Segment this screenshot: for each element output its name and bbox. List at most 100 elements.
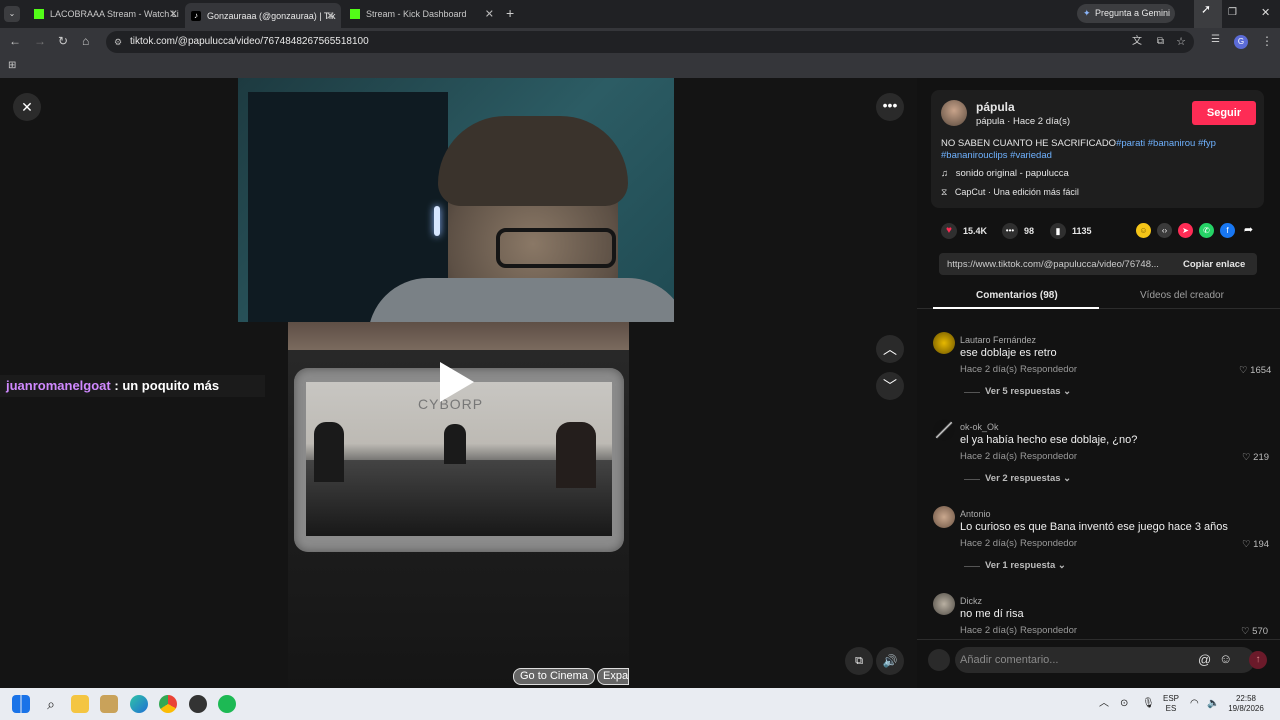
follow-button[interactable]: Seguir (1192, 101, 1256, 125)
back-icon[interactable]: ← (9, 34, 21, 48)
view-replies-label: Ver 5 respuestas (985, 386, 1061, 397)
view-replies-button[interactable]: Ver 5 respuestas ⌄ (985, 386, 1071, 397)
like-button[interactable]: ♥ (941, 223, 957, 239)
close-icon[interactable]: ✕ (485, 8, 494, 21)
profile-initial: G (1237, 37, 1245, 46)
capcut-row[interactable]: ⧖ CapCut · Una edición más fácil (941, 187, 1079, 198)
gemini-button[interactable]: ✦ Pregunta a Gemini (1077, 4, 1175, 23)
comment-input[interactable]: Añadir comentario... @ ☺ (955, 647, 1255, 673)
media-app-icon[interactable] (100, 695, 118, 713)
mention-icon[interactable]: @ (1198, 652, 1211, 667)
search-icon[interactable]: ⌕ (42, 695, 60, 713)
comment-user[interactable]: Lautaro Fernández (960, 335, 1036, 345)
hashtags-line2[interactable]: #bananirouclips #variedad (941, 150, 1052, 161)
spotify-icon[interactable] (218, 695, 236, 713)
embed-icon[interactable]: ‹› (1157, 223, 1172, 238)
comment-like[interactable]: ♡ 194 (1242, 539, 1269, 550)
play-button[interactable] (440, 362, 474, 402)
chrome-icon[interactable] (159, 695, 177, 713)
person-left (314, 422, 344, 482)
reload-icon[interactable]: ↻ (58, 34, 68, 48)
comment-user[interactable]: ok-ok_Ok (960, 422, 999, 432)
site-info-icon[interactable]: ⚙ (114, 31, 122, 53)
go-to-cinema-button[interactable]: Go to Cinema (513, 668, 595, 685)
previous-video-button[interactable]: ︿ (876, 335, 904, 363)
commenter-avatar[interactable] (933, 332, 955, 354)
windows-start-icon[interactable] (12, 695, 30, 713)
clock[interactable]: 22:58 19/8/2026 (1226, 694, 1266, 714)
volume-button[interactable]: 🔊 (876, 647, 904, 675)
tab-comments[interactable]: Comentarios (98) (976, 290, 1058, 301)
reply-button[interactable]: Respondedor (1020, 451, 1077, 462)
wifi-icon[interactable]: ◠ (1190, 699, 1199, 709)
whatsapp-icon[interactable]: ✆ (1199, 223, 1214, 238)
current-user-avatar[interactable] (928, 649, 950, 671)
profile-avatar[interactable]: G (1234, 35, 1248, 49)
tab-search-icon[interactable]: ⌄ (4, 6, 20, 22)
edge-icon[interactable] (130, 695, 148, 713)
commenter-avatar[interactable] (933, 419, 955, 441)
forward-icon[interactable]: → (34, 34, 46, 48)
next-video-button[interactable]: ﹀ (876, 372, 904, 400)
chevron-down-icon: ⌄ (1063, 386, 1072, 397)
author-name[interactable]: pápula (976, 100, 1015, 114)
bookmark-icon[interactable]: ▮ (1050, 223, 1066, 239)
comment-like[interactable]: ♡ 1654 (1239, 365, 1271, 376)
network-tray-icon[interactable]: ⊙ (1120, 699, 1128, 709)
tab-kick-dashboard[interactable]: Stream - Kick Dashboard ✕ (344, 4, 500, 24)
view-replies-button[interactable]: Ver 2 respuestas ⌄ (985, 473, 1071, 484)
share-arrow-icon[interactable]: ➦ (1241, 223, 1256, 238)
install-icon[interactable]: ⧉ (1157, 31, 1164, 53)
comment-icon[interactable]: ••• (1002, 223, 1018, 239)
close-icon[interactable]: ✕ (169, 8, 178, 21)
volume-tray-icon[interactable]: 🔈 (1207, 699, 1219, 709)
send-icon[interactable]: ➤ (1178, 223, 1193, 238)
comment-like[interactable]: ♡ 219 (1242, 452, 1269, 463)
bookmark-star-icon[interactable]: ☆ (1176, 31, 1186, 53)
tray-overflow-icon[interactable]: ︿ (1099, 699, 1109, 709)
copy-link-button[interactable]: Copiar enlace (1183, 259, 1245, 270)
commenter-avatar[interactable] (933, 506, 955, 528)
view-replies-button[interactable]: Ver 1 respuesta ⌄ (985, 560, 1066, 571)
tab-lacobraaa[interactable]: LACOBRAAA Stream - Watch Li ✕ (28, 4, 184, 24)
close-window-button[interactable]: ✕ (1261, 6, 1270, 19)
tab-gonzauraaa[interactable]: ♪ Gonzauraaa (@gonzauraa) | Tik ✕ (185, 3, 341, 28)
author-avatar[interactable] (941, 100, 967, 126)
comment-like[interactable]: ♡ 570 (1241, 626, 1268, 637)
menu-kebab-icon[interactable]: ⋮ (1261, 34, 1273, 48)
file-explorer-icon[interactable] (71, 695, 89, 713)
replies-line (964, 392, 980, 393)
sound-row[interactable]: ♫ sonido original - papulucca (941, 168, 1069, 179)
new-tab-button[interactable]: + (506, 5, 514, 21)
mic-tray-icon[interactable]: 🎙 (1142, 699, 1155, 709)
language-indicator[interactable]: ESP ES (1163, 694, 1179, 714)
apps-grid-icon[interactable]: ⊞ (8, 60, 16, 71)
translate-icon[interactable]: 文 (1132, 31, 1142, 53)
reply-button[interactable]: Respondedor (1020, 364, 1077, 375)
expand-button[interactable]: Expa (597, 668, 629, 685)
comment-user[interactable]: Antonio (960, 509, 991, 519)
close-icon[interactable]: ✕ (326, 9, 335, 22)
coin-icon[interactable]: ☺ (1136, 223, 1151, 238)
comment-user[interactable]: Dickz (960, 596, 982, 606)
facebook-icon[interactable]: f (1220, 223, 1235, 238)
video-player[interactable]: CYBORP (288, 322, 629, 688)
floating-player-button[interactable]: ⧉ (845, 647, 873, 675)
hashtags-line1[interactable]: #parati #bananirou #fyp (1116, 138, 1216, 149)
emoji-icon[interactable]: ☺ (1219, 651, 1232, 666)
comment-time: Hace 2 día(s) (960, 625, 1018, 636)
post-comment-button[interactable]: ↑ (1249, 651, 1267, 669)
url-input[interactable]: ⚙ tiktok.com/@papulucca/video/7674848267… (106, 31, 1194, 53)
reply-button[interactable]: Respondedor (1020, 625, 1077, 636)
restore-button[interactable]: ❐ (1228, 7, 1237, 18)
commenter-avatar[interactable] (933, 593, 955, 615)
tab-creator-videos[interactable]: Vídeos del creador (1140, 290, 1224, 301)
obs-icon[interactable] (189, 695, 207, 713)
headphone-light (434, 206, 440, 236)
reply-button[interactable]: Respondedor (1020, 538, 1077, 549)
more-options-button[interactable]: ••• (876, 93, 904, 121)
reading-list-icon[interactable]: ☰ (1211, 34, 1220, 45)
follow-label: Seguir (1206, 107, 1242, 119)
close-video-button[interactable]: ✕ (13, 93, 41, 121)
home-icon[interactable]: ⌂ (82, 34, 89, 48)
